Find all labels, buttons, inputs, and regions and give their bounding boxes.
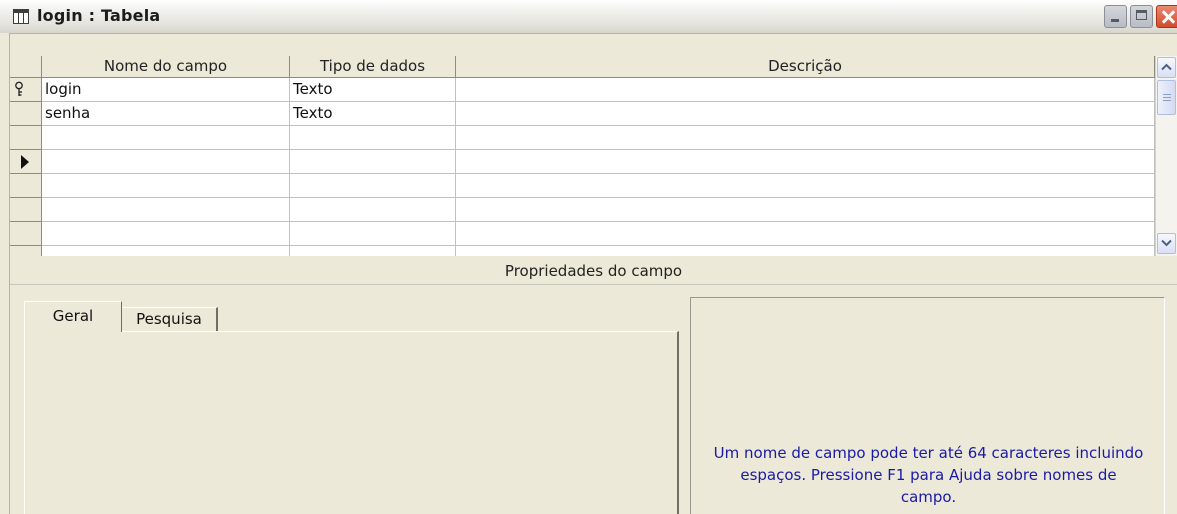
field-properties-header: Propriedades do campo bbox=[10, 258, 1177, 285]
description-cell[interactable] bbox=[456, 126, 1155, 150]
maximize-button[interactable] bbox=[1130, 5, 1153, 28]
table-row[interactable] bbox=[10, 222, 1155, 246]
window-left-border bbox=[0, 33, 10, 514]
title-bar[interactable]: login : Tabela bbox=[0, 0, 1177, 34]
field-name-cell[interactable] bbox=[42, 246, 290, 256]
data-type-cell[interactable] bbox=[290, 246, 456, 256]
data-type-cell[interactable] bbox=[290, 174, 456, 198]
data-type-cell[interactable]: Texto bbox=[290, 78, 456, 102]
description-cell[interactable] bbox=[456, 150, 1155, 174]
description-cell[interactable] bbox=[456, 78, 1155, 102]
description-cell[interactable] bbox=[456, 222, 1155, 246]
vertical-scrollbar[interactable] bbox=[1155, 56, 1177, 256]
window-title: login : Tabela bbox=[37, 6, 161, 25]
help-text: Um nome de campo pode ter até 64 caracte… bbox=[713, 444, 1144, 506]
column-header-data-type[interactable]: Tipo de dados bbox=[290, 56, 456, 78]
table-row[interactable] bbox=[10, 198, 1155, 222]
column-header-field-name[interactable]: Nome do campo bbox=[42, 56, 290, 78]
row-selector[interactable] bbox=[10, 198, 42, 222]
table-row[interactable]: login Texto bbox=[10, 78, 1155, 102]
row-selector[interactable] bbox=[10, 102, 42, 126]
tab-content bbox=[24, 331, 679, 514]
scroll-up-button[interactable] bbox=[1157, 57, 1176, 78]
chevron-down-icon bbox=[1161, 239, 1172, 247]
field-design-grid: Nome do campo Tipo de dados Descrição lo… bbox=[10, 56, 1155, 256]
description-cell[interactable] bbox=[456, 102, 1155, 126]
help-box: Um nome de campo pode ter até 64 caracte… bbox=[690, 297, 1165, 514]
table-row[interactable] bbox=[10, 246, 1155, 256]
field-name-cell[interactable] bbox=[42, 174, 290, 198]
table-icon bbox=[13, 9, 29, 24]
field-name-cell[interactable] bbox=[42, 126, 290, 150]
field-name-cell[interactable]: login bbox=[42, 78, 290, 102]
column-header-description[interactable]: Descrição bbox=[456, 56, 1155, 78]
scroll-thumb[interactable] bbox=[1157, 80, 1176, 115]
description-cell[interactable] bbox=[456, 174, 1155, 198]
data-type-cell[interactable]: Texto bbox=[290, 102, 456, 126]
row-selector[interactable] bbox=[10, 150, 42, 174]
scroll-down-button[interactable] bbox=[1157, 233, 1176, 254]
minimize-button[interactable] bbox=[1104, 5, 1127, 28]
table-design-window: login : Tabela Nome do campo Tipo de dad… bbox=[0, 0, 1177, 514]
field-name-cell[interactable] bbox=[42, 150, 290, 174]
data-type-cell[interactable] bbox=[290, 198, 456, 222]
chevron-up-icon bbox=[1161, 63, 1172, 71]
tab-pesquisa[interactable]: Pesquisa bbox=[122, 307, 218, 332]
table-row[interactable] bbox=[10, 126, 1155, 150]
table-row[interactable]: senha Texto bbox=[10, 102, 1155, 126]
close-button[interactable] bbox=[1156, 5, 1177, 28]
row-selector[interactable] bbox=[10, 222, 42, 246]
grid-corner[interactable] bbox=[10, 56, 42, 78]
description-cell[interactable] bbox=[456, 246, 1155, 256]
row-selector[interactable] bbox=[10, 174, 42, 198]
field-name-cell[interactable] bbox=[42, 198, 290, 222]
table-row[interactable] bbox=[10, 174, 1155, 198]
row-selector[interactable] bbox=[10, 246, 42, 256]
field-properties-panel: Geral Pesquisa Um nome de campo pode ter… bbox=[10, 285, 1177, 514]
row-selector[interactable] bbox=[10, 78, 42, 102]
current-record-arrow-icon bbox=[21, 155, 29, 169]
row-selector[interactable] bbox=[10, 126, 42, 150]
primary-key-icon bbox=[15, 81, 23, 96]
field-name-cell[interactable]: senha bbox=[42, 102, 290, 126]
description-cell[interactable] bbox=[456, 198, 1155, 222]
data-type-cell[interactable] bbox=[290, 150, 456, 174]
tab-geral[interactable]: Geral bbox=[24, 301, 122, 332]
data-type-cell[interactable] bbox=[290, 222, 456, 246]
field-name-cell[interactable] bbox=[42, 222, 290, 246]
table-row[interactable] bbox=[10, 150, 1155, 174]
data-type-cell[interactable] bbox=[290, 126, 456, 150]
